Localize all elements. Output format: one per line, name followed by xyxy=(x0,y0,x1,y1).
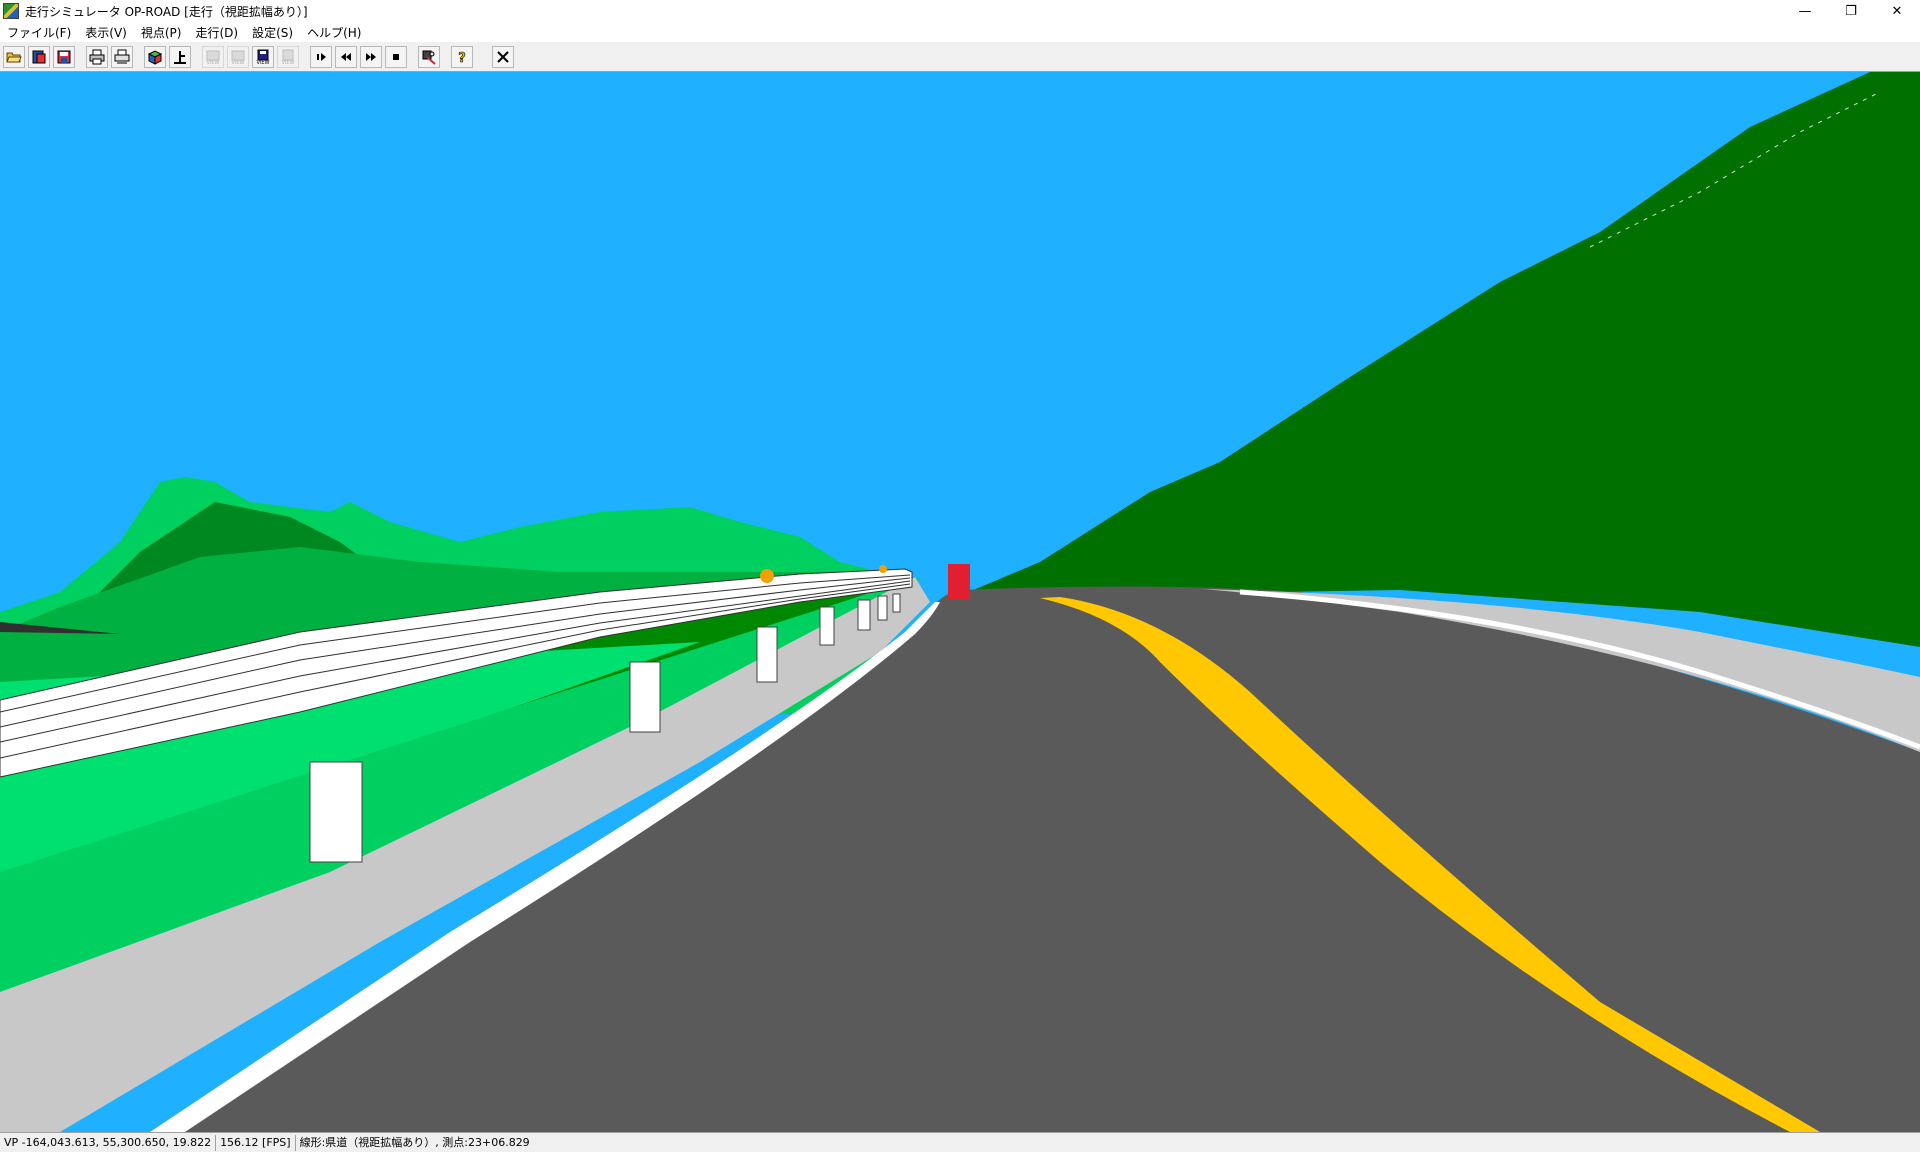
view-4-button[interactable]: VIEW xyxy=(277,46,299,68)
view-1-button[interactable]: VIEW xyxy=(202,46,224,68)
print-button[interactable] xyxy=(86,46,108,68)
toolbar: VIEW VIEW VIEW VIEW ? xyxy=(0,42,1920,72)
rewind-icon xyxy=(341,53,351,61)
help-icon: ? xyxy=(458,51,466,65)
open-folder-icon xyxy=(6,52,22,63)
help-button[interactable]: ? xyxy=(451,46,473,68)
rewind-button[interactable] xyxy=(335,46,357,68)
distant-marker xyxy=(879,565,887,573)
fast-forward-button[interactable] xyxy=(360,46,382,68)
open-folder-button[interactable] xyxy=(3,46,25,68)
distant-marker xyxy=(760,569,774,583)
maximize-button[interactable]: ❐ xyxy=(1828,0,1874,22)
status-bar: VP -164,043.613, 55,300.650, 19.822 156.… xyxy=(0,1132,1920,1152)
red-sign xyxy=(948,564,970,600)
stop-button[interactable] xyxy=(385,46,407,68)
view-save-button[interactable]: VIEW xyxy=(252,46,274,68)
menu-help[interactable]: ヘルプ(H) xyxy=(300,24,368,41)
print-preview-icon xyxy=(114,49,130,64)
close-view-button[interactable] xyxy=(492,46,514,68)
svg-text:VIEW: VIEW xyxy=(207,60,220,65)
top-view-button[interactable] xyxy=(169,46,191,68)
play-button[interactable] xyxy=(310,46,332,68)
open-data-icon xyxy=(32,50,46,64)
fast-forward-icon xyxy=(366,53,376,61)
view-save-icon: VIEW xyxy=(257,49,270,65)
app-logo-icon xyxy=(3,3,19,19)
road-scene xyxy=(0,72,1920,1132)
3d-viewport[interactable] xyxy=(0,72,1920,1132)
settings-tool-icon xyxy=(422,50,436,65)
3d-view-icon xyxy=(147,50,163,65)
save-data-button[interactable] xyxy=(53,46,75,68)
window-controls: — ❐ ✕ xyxy=(1782,0,1920,22)
svg-text:?: ? xyxy=(458,51,466,65)
menu-viewpoint[interactable]: 視点(P) xyxy=(134,24,189,41)
view-1-icon: VIEW xyxy=(206,50,220,65)
settings-tool-button[interactable] xyxy=(418,46,440,68)
close-view-icon xyxy=(497,51,509,63)
status-fps: 156.12 [FPS] xyxy=(216,1134,296,1151)
save-data-icon xyxy=(57,50,71,64)
menu-drive[interactable]: 走行(D) xyxy=(188,24,245,41)
window-title: 走行シミュレータ OP-ROAD [走行（視距拡幅あり）] xyxy=(25,4,308,19)
top-view-icon xyxy=(174,51,186,64)
print-preview-button[interactable] xyxy=(111,46,133,68)
view-2-button[interactable]: VIEW xyxy=(227,46,249,68)
status-alignment: 線形:県道（視距拡幅あり）, 測点:23+06.829 xyxy=(299,1135,530,1149)
print-icon xyxy=(89,49,105,65)
svg-text:VIEW: VIEW xyxy=(257,60,270,65)
menu-view[interactable]: 表示(V) xyxy=(78,24,134,41)
svg-text:VIEW: VIEW xyxy=(232,60,245,65)
view-2-icon: VIEW xyxy=(231,50,245,65)
open-data-button[interactable] xyxy=(28,46,50,68)
status-viewpoint: VP -164,043.613, 55,300.650, 19.822 xyxy=(0,1134,217,1151)
menu-settings[interactable]: 設定(S) xyxy=(245,24,300,41)
minimize-button[interactable]: — xyxy=(1782,0,1828,22)
view-4-icon: VIEW xyxy=(282,49,295,65)
stop-icon xyxy=(393,54,399,60)
svg-text:VIEW: VIEW xyxy=(282,60,295,65)
play-icon xyxy=(317,53,326,61)
close-button[interactable]: ✕ xyxy=(1874,0,1920,22)
menu-bar: ファイル(F) 表示(V) 視点(P) 走行(D) 設定(S) ヘルプ(H) xyxy=(0,22,1920,42)
title-bar: 走行シミュレータ OP-ROAD [走行（視距拡幅あり）] — ❐ ✕ xyxy=(0,0,1920,22)
3d-view-button[interactable] xyxy=(144,46,166,68)
app-window: 走行シミュレータ OP-ROAD [走行（視距拡幅あり）] — ❐ ✕ ファイル… xyxy=(0,0,1920,1152)
menu-file[interactable]: ファイル(F) xyxy=(0,24,78,41)
